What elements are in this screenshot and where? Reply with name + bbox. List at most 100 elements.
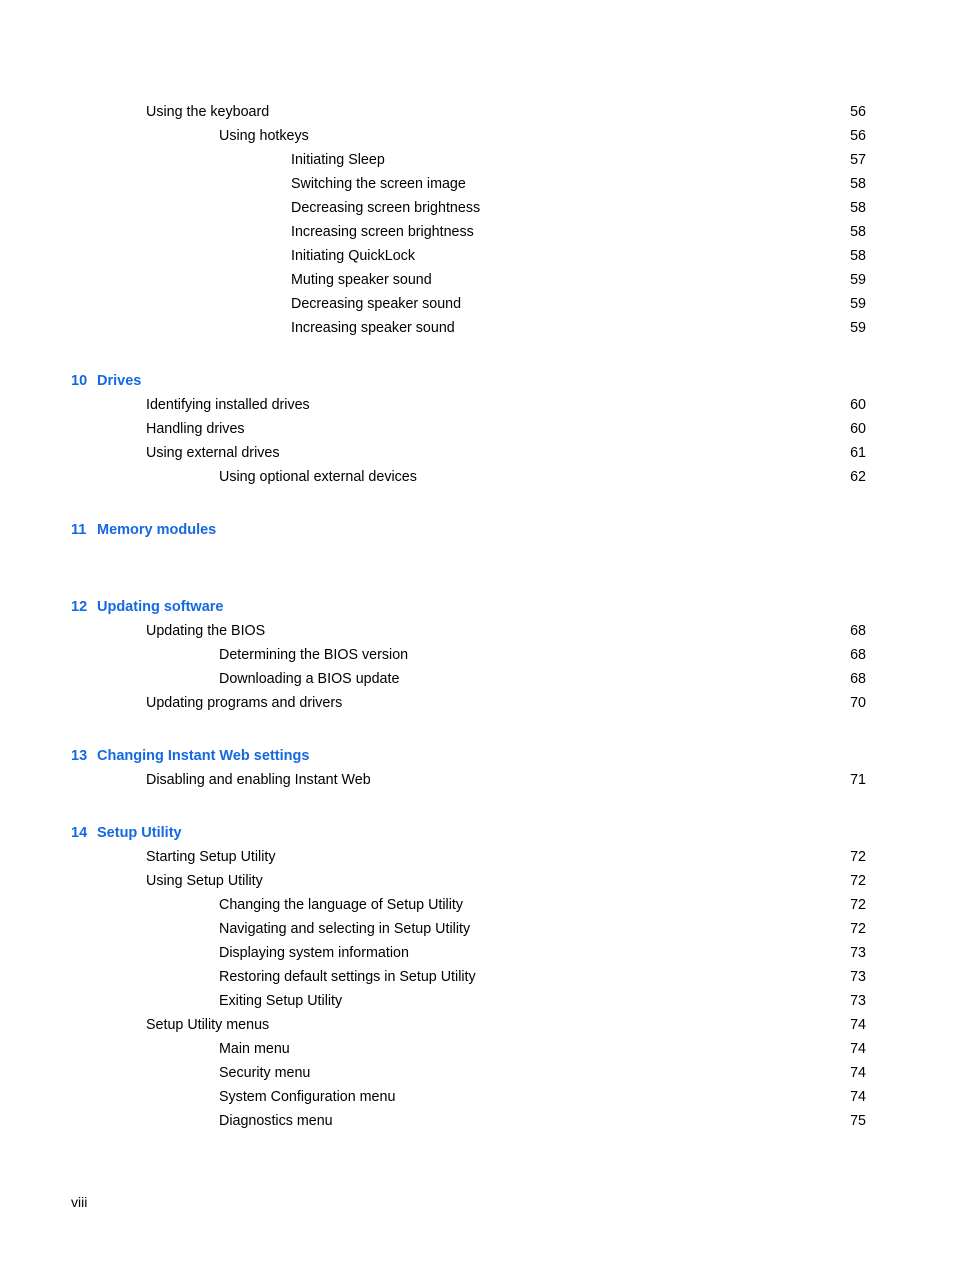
- toc-entry-page-number: 57: [850, 152, 866, 168]
- toc-entry-page-number: 60: [850, 397, 866, 413]
- dot-leader: [274, 1015, 838, 1029]
- toc-entry-title: Decreasing speaker sound: [291, 296, 462, 312]
- toc-entry[interactable]: Using optional external devices 62: [0, 465, 954, 489]
- toc-entry[interactable]: Handling drives 60: [0, 417, 954, 441]
- dot-leader: [347, 693, 838, 707]
- dot-leader: [471, 174, 838, 188]
- toc-entry-title: Restoring default settings in Setup Util…: [219, 969, 476, 985]
- toc-entry-page-number: 60: [850, 421, 866, 437]
- dot-leader: [347, 991, 838, 1005]
- toc-chapter-heading[interactable]: 11 Memory modules: [0, 518, 954, 542]
- toc-entry[interactable]: Displaying system information 73: [0, 941, 954, 965]
- toc-chapter-heading[interactable]: 12 Updating software: [0, 595, 954, 619]
- toc-entry[interactable]: Identifying installed drives 60: [0, 393, 954, 417]
- toc-entry[interactable]: Main menu 74: [0, 1037, 954, 1061]
- dot-leader: [390, 150, 838, 164]
- toc-entry[interactable]: Increasing speaker sound 59: [0, 316, 954, 340]
- dot-leader: [315, 395, 838, 409]
- toc-entry[interactable]: Decreasing speaker sound 59: [0, 292, 954, 316]
- toc-entry-title: Muting speaker sound: [291, 272, 432, 288]
- dot-leader: [338, 1111, 838, 1125]
- toc-entry[interactable]: Updating programs and drivers 70: [0, 691, 954, 715]
- dot-leader: [479, 222, 838, 236]
- toc-entry[interactable]: Diagnostics menu 75: [0, 1109, 954, 1133]
- toc-entry[interactable]: Security menu 74: [0, 1061, 954, 1085]
- toc-entry-page-number: 73: [850, 945, 866, 961]
- toc-entry-title: Changing the language of Setup Utility: [219, 897, 464, 913]
- dot-leader: [314, 126, 838, 140]
- toc-entry-page-number: 72: [850, 921, 866, 937]
- toc-entry-title: Displaying system information: [219, 945, 409, 961]
- toc-entry[interactable]: System Configuration menu 74: [0, 1085, 954, 1109]
- chapter-number: 10: [71, 373, 88, 389]
- toc-entry-page-number: 58: [850, 224, 866, 240]
- chapter-title: Memory modules: [97, 522, 217, 538]
- toc-entry[interactable]: Using external drives 61: [0, 441, 954, 465]
- toc-entry[interactable]: Navigating and selecting in Setup Utilit…: [0, 917, 954, 941]
- toc-entry-page-number: 58: [850, 176, 866, 192]
- toc-entry-title: Starting Setup Utility: [146, 849, 276, 865]
- dot-leader: [485, 198, 838, 212]
- toc-entry-page-number: 73: [850, 993, 866, 1009]
- toc-entry[interactable]: Using Setup Utility 72: [0, 869, 954, 893]
- toc-entry-title: Using hotkeys: [219, 128, 309, 144]
- toc-entry-title: Switching the screen image: [291, 176, 466, 192]
- toc-entry-page-number: 72: [850, 873, 866, 889]
- toc-entry-page-number: 68: [850, 671, 866, 687]
- toc-entry-page-number: 74: [850, 1065, 866, 1081]
- toc-entry-page-number: 75: [850, 1113, 866, 1129]
- dot-leader: [437, 270, 838, 284]
- toc-entry[interactable]: Switching the screen image 58: [0, 172, 954, 196]
- toc-entry-page-number: 56: [850, 104, 866, 120]
- toc-entry-title: Disabling and enabling Instant Web: [146, 772, 371, 788]
- toc-entry[interactable]: Exiting Setup Utility 73: [0, 989, 954, 1013]
- dot-leader: [481, 967, 838, 981]
- toc-entry[interactable]: Initiating QuickLock 58: [0, 244, 954, 268]
- dot-leader: [285, 443, 839, 457]
- dot-leader: [413, 645, 838, 659]
- dot-leader: [274, 102, 838, 116]
- toc-entry[interactable]: Initiating Sleep 57: [0, 148, 954, 172]
- toc-entry[interactable]: Downloading a BIOS update 68: [0, 667, 954, 691]
- toc-entry[interactable]: Using the keyboard 56: [0, 100, 954, 124]
- toc-entry[interactable]: Changing the language of Setup Utility 72: [0, 893, 954, 917]
- toc-chapter-heading[interactable]: 13 Changing Instant Web settings: [0, 744, 954, 768]
- dot-leader: [422, 467, 838, 481]
- chapter-number: 11: [71, 522, 87, 538]
- toc-chapter-heading[interactable]: 14 Setup Utility: [0, 821, 954, 845]
- toc-entry[interactable]: Starting Setup Utility 72: [0, 845, 954, 869]
- toc-chapter-heading[interactable]: 10 Drives: [0, 369, 954, 393]
- toc-entry[interactable]: Using hotkeys 56: [0, 124, 954, 148]
- toc-entry-title: Main menu: [219, 1041, 290, 1057]
- toc-entry[interactable]: Decreasing screen brightness 58: [0, 196, 954, 220]
- toc-entry-page-number: 71: [850, 772, 866, 788]
- chapter-title: Setup Utility: [97, 825, 182, 841]
- chapter-number: 13: [71, 748, 88, 764]
- dot-leader: [295, 1039, 838, 1053]
- toc-entry[interactable]: Disabling and enabling Instant Web 71: [0, 768, 954, 792]
- toc-entry-page-number: 70: [850, 695, 866, 711]
- toc-entry-title: Diagnostics menu: [219, 1113, 333, 1129]
- toc-entry-page-number: 58: [850, 200, 866, 216]
- chapter-title: Changing Instant Web settings: [97, 748, 310, 764]
- dot-leader: [414, 943, 838, 957]
- toc-entry[interactable]: Restoring default settings in Setup Util…: [0, 965, 954, 989]
- toc-entry-title: Initiating QuickLock: [291, 248, 415, 264]
- page-number-footer: viii: [71, 1194, 88, 1210]
- toc-entry-page-number: 72: [850, 849, 866, 865]
- toc-entry-page-number: 73: [850, 969, 866, 985]
- toc-entry[interactable]: Determining the BIOS version 68: [0, 643, 954, 667]
- toc-entry[interactable]: Setup Utility menus 74: [0, 1013, 954, 1037]
- toc-entry-page-number: 74: [850, 1017, 866, 1033]
- toc-entry[interactable]: Increasing screen brightness 58: [0, 220, 954, 244]
- toc-entry[interactable]: Muting speaker sound 59: [0, 268, 954, 292]
- toc-entry-title: Navigating and selecting in Setup Utilit…: [219, 921, 471, 937]
- toc-entry-title: Using optional external devices: [219, 469, 417, 485]
- dot-leader: [466, 294, 838, 308]
- toc-entry-title: Updating programs and drivers: [146, 695, 343, 711]
- toc-entry[interactable]: Updating the BIOS 68: [0, 619, 954, 643]
- toc-entry-title: Using Setup Utility: [146, 873, 263, 889]
- toc-entry-title: Using the keyboard: [146, 104, 270, 120]
